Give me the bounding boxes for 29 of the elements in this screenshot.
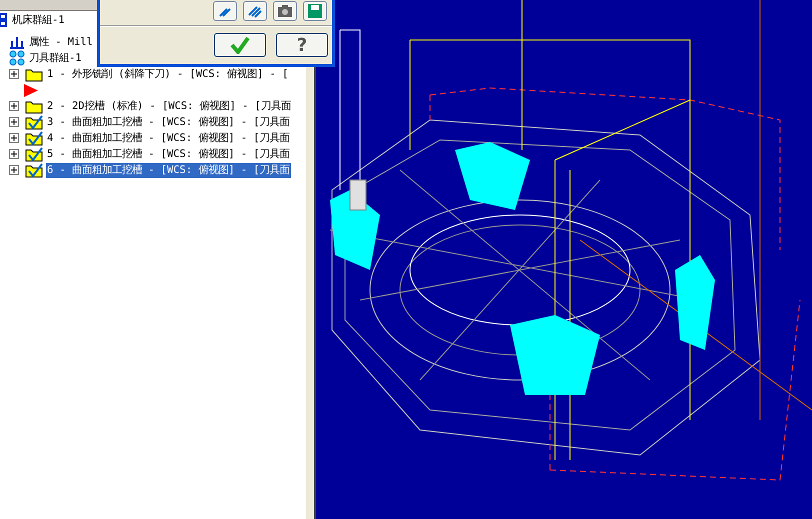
expand-icon[interactable]: [9, 149, 19, 159]
toolbar-button[interactable]: [303, 1, 327, 21]
circles-icon: [9, 50, 25, 66]
check-icon: [230, 36, 250, 54]
machine-icon: [0, 13, 8, 27]
expand-icon[interactable]: [9, 117, 19, 127]
toolbar-button[interactable]: [243, 1, 267, 21]
tree-item[interactable]: 2 - 2D挖槽 (标准) - [WCS: 俯视图] - [刀具面: [46, 98, 292, 114]
tree-item[interactable]: 刀具群組-1: [28, 50, 83, 66]
expand-icon[interactable]: [9, 165, 19, 175]
tree-item[interactable]: 1 - 外形铣削 (斜降下刀) - [WCS: 俯视图] - [: [46, 66, 290, 82]
tool-cylinder-drawing: [350, 180, 366, 210]
ok-button[interactable]: [214, 33, 266, 57]
flag-icon: [22, 82, 40, 98]
tree-item[interactable]: 属性 - Mill: [28, 34, 94, 50]
tree-item[interactable]: 3 - 曲面粗加工挖槽 - [WCS: 俯视图] - [刀具面: [46, 114, 291, 130]
expand-icon[interactable]: [9, 133, 19, 143]
tree-item[interactable]: 6 - 曲面粗加工挖槽 - [WCS: 俯视图] - [刀具面: [46, 162, 291, 178]
save-icon: [307, 3, 323, 19]
tree-item[interactable]: 机床群組-1: [11, 12, 66, 28]
expand-icon[interactable]: [9, 101, 19, 111]
tree-item[interactable]: 4 - 曲面粗加工挖槽 - [WCS: 俯视图] - [刀具面: [46, 130, 291, 146]
tree-item[interactable]: 5 - 曲面粗加工挖槽 - [WCS: 俯视图] - [刀具面: [46, 146, 291, 162]
toolbar-button[interactable]: [213, 1, 237, 21]
expand-icon[interactable]: [9, 69, 19, 79]
bar-chart-icon: [9, 35, 25, 49]
toolbar-button[interactable]: [273, 1, 297, 21]
camera-icon: [277, 3, 293, 19]
help-button[interactable]: ?: [276, 33, 328, 57]
